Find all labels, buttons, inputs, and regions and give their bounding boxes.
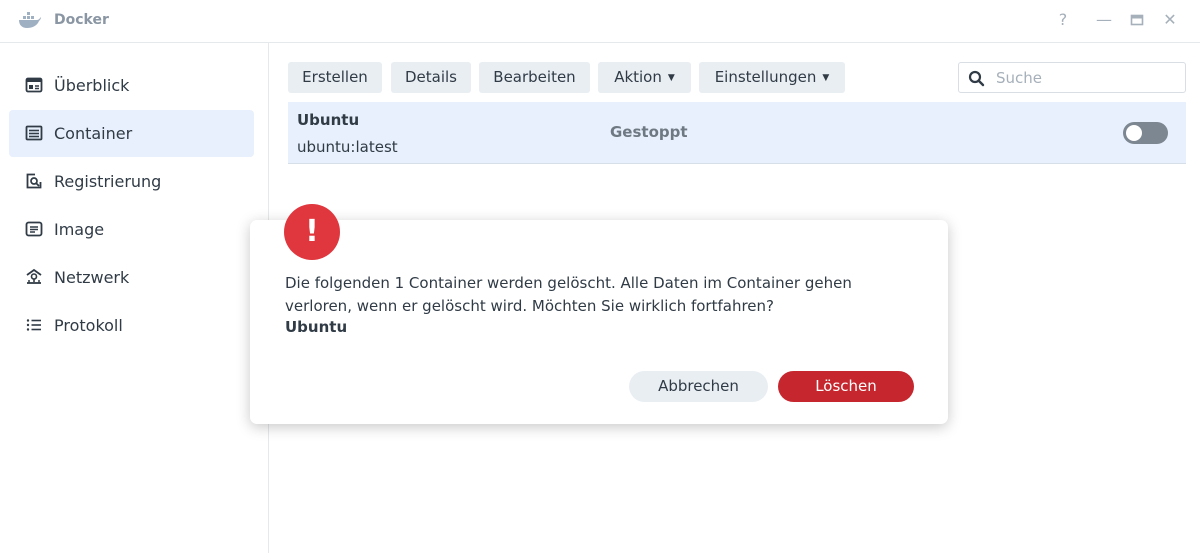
search-input[interactable] [996, 67, 1176, 89]
sidebar-item-overview[interactable]: Überblick [9, 62, 254, 109]
sidebar-item-registry[interactable]: Registrierung [9, 158, 254, 205]
caret-down-icon: ▼ [822, 73, 830, 83]
sidebar-item-image[interactable]: Image [9, 206, 254, 253]
sidebar: Überblick Container Registrierung Image [0, 43, 269, 553]
create-button-label: Erstellen [302, 68, 368, 86]
search-box[interactable] [958, 62, 1186, 93]
sidebar-item-label: Protokoll [54, 316, 123, 335]
registry-search-icon [26, 173, 42, 189]
sidebar-item-label: Image [54, 220, 105, 239]
settings-dropdown[interactable]: Einstellungen ▼ [699, 62, 845, 93]
edit-button[interactable]: Bearbeiten [479, 62, 590, 93]
delete-button[interactable]: Löschen [778, 371, 914, 402]
toggle-knob [1126, 125, 1142, 141]
sidebar-item-label: Container [54, 124, 133, 143]
overview-icon [25, 77, 43, 93]
close-icon[interactable]: ✕ [1161, 11, 1179, 29]
status-text: Gestoppt [610, 123, 688, 141]
sidebar-item-network[interactable]: Netzwerk [9, 254, 254, 301]
create-button[interactable]: Erstellen [288, 62, 382, 93]
container-image: ubuntu:latest [297, 138, 398, 156]
help-icon[interactable]: ? [1054, 11, 1072, 29]
sidebar-item-label: Netzwerk [54, 268, 130, 287]
dialog-message: Die folgenden 1 Container werden gelösch… [285, 274, 852, 315]
details-button[interactable]: Details [391, 62, 471, 93]
action-dropdown-label: Aktion [614, 68, 662, 86]
app-title: Docker [54, 12, 109, 28]
search-icon [968, 70, 985, 87]
maximize-icon[interactable] [1128, 11, 1146, 29]
network-icon [26, 268, 42, 284]
cancel-button[interactable]: Abbrechen [629, 371, 768, 402]
container-run-toggle[interactable] [1123, 122, 1168, 144]
container-list-icon [25, 125, 43, 141]
dialog-target-name: Ubuntu [285, 318, 348, 336]
docker-logo-icon [19, 12, 41, 28]
action-dropdown[interactable]: Aktion ▼ [598, 62, 691, 93]
settings-dropdown-label: Einstellungen [714, 68, 817, 86]
title-bar: Docker ? — ✕ [0, 0, 1200, 43]
log-list-icon [26, 319, 41, 331]
image-icon [25, 221, 43, 237]
delete-confirm-dialog: Die folgenden 1 Container werden gelösch… [250, 220, 948, 424]
container-name: Ubuntu [297, 111, 360, 129]
table-row[interactable]: Ubuntu ubuntu:latest Gestoppt [288, 102, 1186, 164]
sidebar-item-container[interactable]: Container [9, 110, 254, 157]
minimize-icon[interactable]: — [1095, 11, 1113, 29]
sidebar-item-log[interactable]: Protokoll [9, 302, 254, 349]
edit-button-label: Bearbeiten [493, 68, 576, 86]
warning-icon: ! [284, 204, 340, 260]
caret-down-icon: ▼ [667, 73, 675, 83]
sidebar-item-label: Registrierung [54, 172, 162, 191]
details-button-label: Details [404, 68, 457, 86]
sidebar-item-label: Überblick [54, 76, 130, 95]
